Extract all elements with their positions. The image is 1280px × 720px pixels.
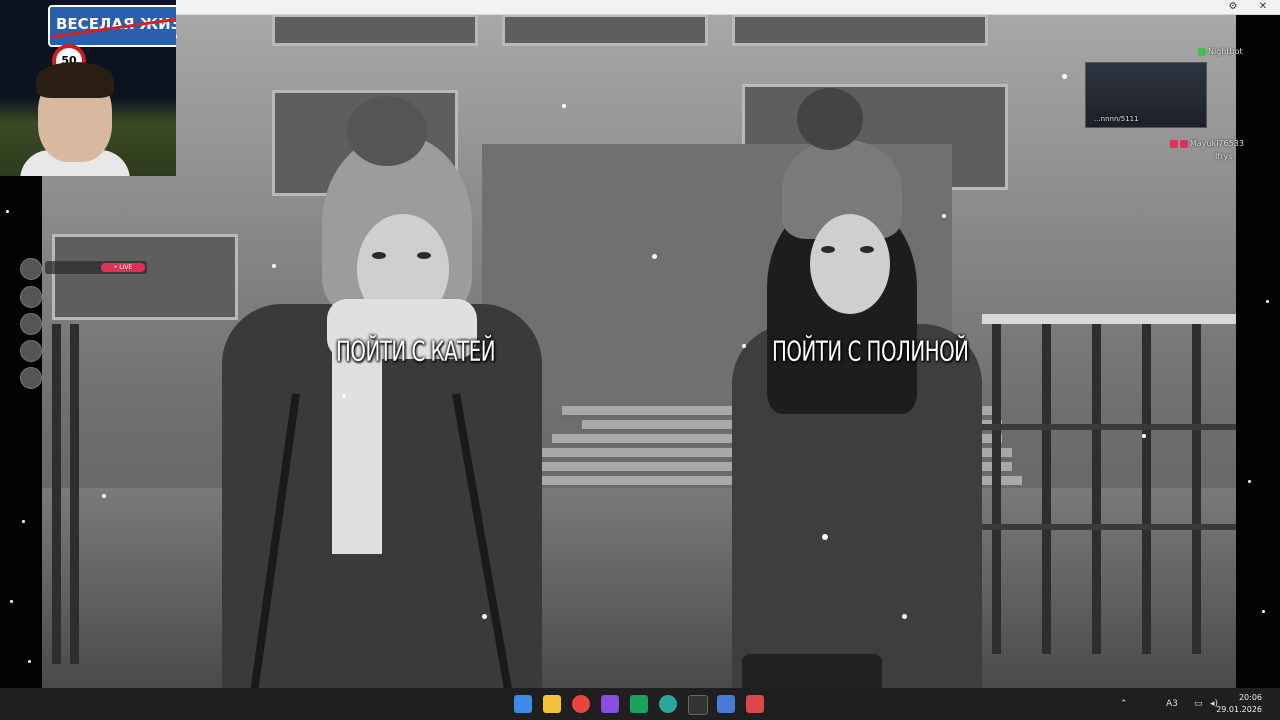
app-red-icon[interactable]	[746, 695, 764, 713]
clock-date: 29.01.2026	[1216, 705, 1262, 714]
side-widget-dot	[20, 313, 42, 335]
app-teal-icon[interactable]	[659, 695, 677, 713]
star	[1262, 610, 1265, 613]
app-green-icon[interactable]	[630, 695, 648, 713]
bot-badge-icon	[1198, 47, 1206, 56]
webcam-overlay: ВЕСЕЛАЯ ЖИЗ 50	[0, 0, 176, 176]
chat-username: Ifrys	[1215, 152, 1233, 161]
right-starfield-band	[1236, 0, 1280, 688]
live-tag: • LIVE	[101, 263, 145, 272]
star	[10, 600, 13, 603]
streamer-hair	[36, 62, 114, 98]
side-widget-dot	[20, 340, 42, 362]
close-icon[interactable]: ✕	[1252, 0, 1274, 14]
chat-username: Mayuki76533	[1190, 139, 1244, 148]
sub-badge-icon	[1170, 139, 1178, 148]
star	[28, 660, 31, 663]
windows-taskbar: ⌃ A3 ▭ ◂) 20:06 29.01.2026	[0, 688, 1280, 720]
app-blue-icon[interactable]	[717, 695, 735, 713]
side-widget-dot	[20, 367, 42, 389]
road-sign-text: ВЕСЕЛАЯ ЖИЗ	[56, 15, 176, 33]
choice-go-with-katya[interactable]: ПОЙТИ С КАТЕЙ	[336, 337, 496, 368]
windows-start-icon[interactable]	[514, 695, 532, 713]
building-window	[502, 14, 708, 46]
choice-go-with-polina[interactable]: ПОЙТИ С ПОЛИНОЙ	[772, 337, 969, 368]
building-window	[272, 14, 478, 46]
thumb-caption: ...nnnn/5111	[1094, 115, 1139, 123]
road-sign: ВЕСЕЛАЯ ЖИЗ	[48, 5, 176, 47]
stream-status-pill: • LIVE	[45, 261, 147, 274]
building-window	[52, 234, 238, 320]
building-window	[732, 14, 988, 46]
character-polina	[722, 84, 1002, 688]
window-title-bar: ⚙ ✕	[176, 0, 1280, 15]
fence	[982, 304, 1236, 664]
star	[22, 520, 25, 523]
side-widget-dot	[20, 258, 42, 280]
fence-left	[42, 324, 82, 664]
chat-line: Mayuki76533	[1170, 139, 1244, 148]
chat-username: Nightbot	[1208, 47, 1243, 56]
chrome-icon[interactable]	[572, 695, 590, 713]
language-indicator[interactable]: A3	[1166, 688, 1178, 720]
chevron-up-icon[interactable]: ⌃	[1120, 688, 1128, 720]
system-clock[interactable]: 20:06 29.01.2026	[1216, 692, 1262, 716]
star	[6, 210, 9, 213]
chat-media-thumbnail: ...nnnn/5111	[1085, 62, 1207, 128]
clock-time: 20:06	[1238, 693, 1262, 702]
chat-line: Nightbot	[1198, 47, 1243, 56]
star	[1266, 300, 1269, 303]
file-explorer-icon[interactable]	[543, 695, 561, 713]
side-widget-dot	[20, 286, 42, 308]
heart-badge-icon	[1180, 139, 1188, 148]
app-dark-icon[interactable]	[688, 695, 708, 715]
chat-line: Ifrys	[1215, 152, 1232, 161]
network-icon[interactable]: ▭	[1194, 688, 1203, 720]
character-katya	[212, 94, 552, 688]
star	[1248, 480, 1251, 483]
game-scene: ПОЙТИ С КАТЕЙ ПОЙТИ С ПОЛИНОЙ	[42, 14, 1236, 688]
app-purple-icon[interactable]	[601, 695, 619, 713]
settings-icon[interactable]: ⚙	[1222, 0, 1244, 14]
